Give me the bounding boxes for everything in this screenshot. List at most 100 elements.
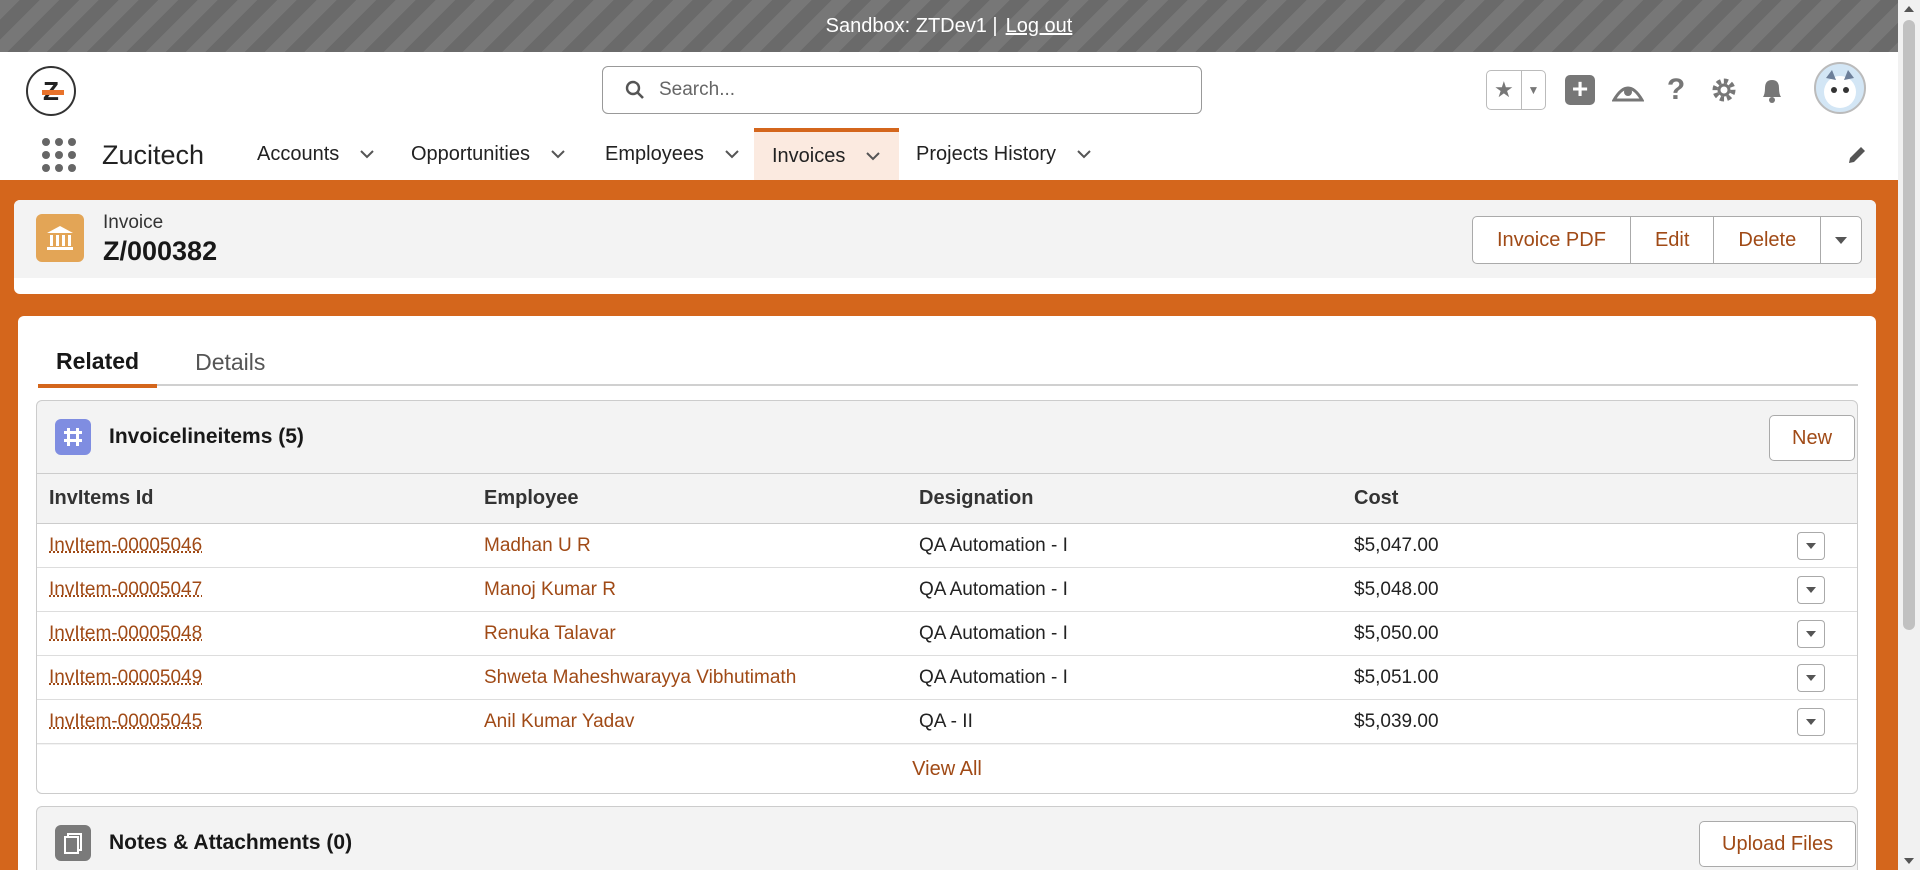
related-list-title: Invoicelineitems (5): [109, 425, 304, 449]
line-item-id-link[interactable]: InvItem-00005046: [49, 535, 202, 556]
nav-item-label: Employees: [605, 143, 704, 166]
table-row: InvItem-00005046 Madhan U R QA Automatio…: [37, 524, 1857, 568]
cost-cell: $5,047.00: [1342, 524, 1777, 568]
chevron-down-icon[interactable]: [724, 146, 740, 162]
record-title: Z/000382: [103, 236, 217, 267]
row-actions-button[interactable]: [1797, 532, 1825, 560]
designation-cell: QA Automation - I: [907, 612, 1342, 656]
search-input[interactable]: Search...: [602, 66, 1202, 114]
search-placeholder: Search...: [659, 79, 735, 101]
upload-files-button[interactable]: Upload Files: [1699, 821, 1856, 867]
column-header[interactable]: InvItems Id: [37, 474, 472, 524]
line-item-id-link[interactable]: InvItem-00005049: [49, 667, 202, 688]
column-header[interactable]: Designation: [907, 474, 1342, 524]
user-avatar[interactable]: [1814, 62, 1866, 114]
chevron-down-icon[interactable]: [865, 148, 881, 164]
nav-item-label: Invoices: [772, 145, 845, 168]
scrollbar-thumb[interactable]: [1903, 20, 1915, 630]
search-icon: [625, 80, 645, 100]
app-launcher-icon[interactable]: [42, 138, 76, 172]
line-item-id-link[interactable]: InvItem-00005047: [49, 579, 202, 600]
chevron-down-icon[interactable]: [359, 146, 375, 162]
global-header: Z Search... ★ ▼ + ?: [0, 52, 1898, 128]
notes-attachments-related-list: Notes & Attachments (0) Upload Files: [36, 806, 1858, 870]
bell-icon[interactable]: [1748, 70, 1796, 110]
cost-cell: $5,048.00: [1342, 568, 1777, 612]
record-body: Related Details Invoicelineitems (5) New…: [18, 316, 1876, 870]
nav-item-projects-history[interactable]: Projects History: [898, 128, 1110, 180]
line-items-icon: [55, 419, 91, 455]
table-row: InvItem-00005045 Anil Kumar Yadav QA - I…: [37, 700, 1857, 744]
designation-cell: QA Automation - I: [907, 656, 1342, 700]
employee-link[interactable]: Madhan U R: [484, 535, 591, 556]
favorites-button[interactable]: ★ ▼: [1486, 70, 1546, 110]
nav-item-invoices[interactable]: Invoices: [754, 128, 899, 180]
column-header[interactable]: Cost: [1342, 474, 1777, 524]
help-icon[interactable]: ?: [1652, 70, 1700, 110]
column-header[interactable]: Employee: [472, 474, 907, 524]
scroll-up-arrow-icon[interactable]: [1904, 6, 1914, 12]
edit-button[interactable]: Edit: [1631, 217, 1714, 263]
nav-item-label: Accounts: [257, 143, 339, 166]
edit-nav-pencil-icon[interactable]: [1846, 144, 1868, 166]
row-actions-button[interactable]: [1797, 576, 1825, 604]
invoicelineitems-related-list: Invoicelineitems (5) New InvItems Id Emp…: [36, 400, 1858, 794]
caret-down-icon: [1805, 585, 1817, 595]
nav-item-opportunities[interactable]: Opportunities: [393, 128, 584, 180]
more-actions-button[interactable]: [1821, 217, 1861, 263]
cost-cell: $5,051.00: [1342, 656, 1777, 700]
nav-item-label: Projects History: [916, 143, 1056, 166]
scroll-down-arrow-icon[interactable]: [1904, 858, 1914, 864]
employee-link[interactable]: Renuka Talavar: [484, 623, 616, 644]
view-all-link[interactable]: View All: [37, 745, 1857, 793]
chevron-down-icon[interactable]: [1076, 146, 1092, 162]
nav-item-label: Opportunities: [411, 143, 530, 166]
record-type-label: Invoice: [103, 212, 163, 234]
table-row: InvItem-00005048 Renuka Talavar QA Autom…: [37, 612, 1857, 656]
line-item-id-link[interactable]: InvItem-00005045: [49, 711, 202, 732]
row-actions-button[interactable]: [1797, 664, 1825, 692]
cost-cell: $5,039.00: [1342, 700, 1777, 744]
record-header: Invoice Z/000382 Invoice PDF Edit Delete: [14, 200, 1876, 294]
row-actions-button[interactable]: [1797, 708, 1825, 736]
company-logo[interactable]: Z: [26, 66, 76, 116]
record-tabs: Related Details: [38, 338, 1858, 386]
related-list-title: Notes & Attachments (0): [109, 831, 352, 855]
caret-down-icon: [1805, 717, 1817, 727]
page-scrollbar[interactable]: [1898, 0, 1920, 870]
sandbox-banner: Sandbox: ZTDev1 | Log out: [0, 0, 1898, 52]
employee-link[interactable]: Manoj Kumar R: [484, 579, 616, 600]
star-icon[interactable]: ★: [1487, 71, 1522, 109]
app-name: Zucitech: [102, 140, 204, 171]
invoice-bank-icon: [36, 214, 84, 262]
designation-cell: QA Automation - I: [907, 524, 1342, 568]
record-actions: Invoice PDF Edit Delete: [1472, 216, 1862, 264]
line-item-id-link[interactable]: InvItem-00005048: [49, 623, 202, 644]
tab-details[interactable]: Details: [177, 338, 283, 386]
caret-down-icon: [1833, 232, 1849, 248]
nav-item-accounts[interactable]: Accounts: [239, 128, 393, 180]
line-items-table: InvItems Id Employee Designation Cost In…: [37, 473, 1857, 744]
invoice-pdf-button[interactable]: Invoice PDF: [1473, 217, 1631, 263]
caret-down-icon: [1805, 541, 1817, 551]
logout-link[interactable]: Log out: [1006, 15, 1073, 38]
delete-button[interactable]: Delete: [1714, 217, 1821, 263]
gear-icon[interactable]: [1700, 70, 1748, 110]
global-actions-button[interactable]: +: [1556, 70, 1604, 110]
employee-link[interactable]: Shweta Maheshwarayya Vibhutimath: [484, 667, 796, 688]
table-row: InvItem-00005049 Shweta Maheshwarayya Vi…: [37, 656, 1857, 700]
trailhead-button[interactable]: [1604, 70, 1652, 110]
nav-item-employees[interactable]: Employees: [587, 128, 758, 180]
trailhead-icon: [1612, 76, 1644, 104]
notes-icon: [55, 825, 91, 861]
designation-cell: QA Automation - I: [907, 568, 1342, 612]
tab-related[interactable]: Related: [38, 338, 157, 388]
plus-icon: +: [1565, 75, 1595, 105]
new-line-item-button[interactable]: New: [1769, 415, 1855, 461]
caret-down-icon: [1805, 673, 1817, 683]
designation-cell: QA - II: [907, 700, 1342, 744]
row-actions-button[interactable]: [1797, 620, 1825, 648]
favorites-dropdown-icon[interactable]: ▼: [1522, 71, 1545, 109]
employee-link[interactable]: Anil Kumar Yadav: [484, 711, 634, 732]
chevron-down-icon[interactable]: [550, 146, 566, 162]
